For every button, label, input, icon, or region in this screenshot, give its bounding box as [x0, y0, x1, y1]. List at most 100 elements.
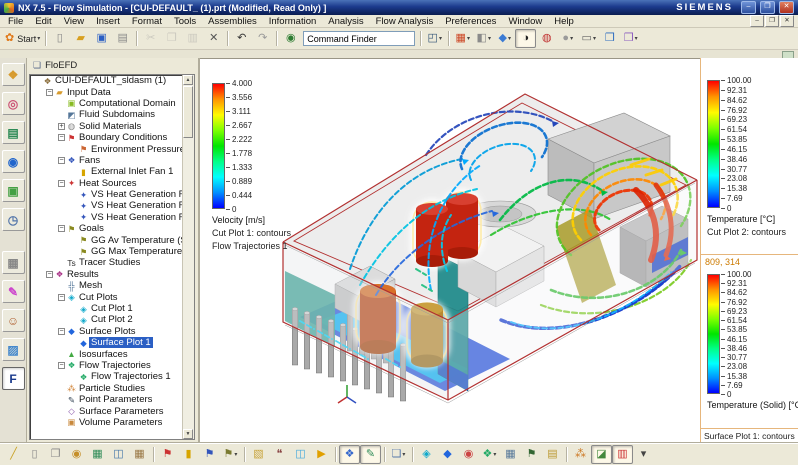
start-button[interactable]: ✿ Start ▾	[3, 29, 42, 48]
goals-button[interactable]: ⚑	[199, 445, 220, 464]
menu-format[interactable]: Format	[126, 16, 168, 27]
hide-part-button[interactable]: ❒ ▾	[620, 29, 641, 48]
selection-dialog-button-dropdown[interactable]: ▾	[439, 35, 442, 42]
surface-plot-button[interactable]: ◆	[437, 445, 458, 464]
load-results-button[interactable]: ❖	[339, 445, 360, 464]
menu-tools[interactable]: Tools	[168, 16, 202, 27]
insert-goal-button[interactable]: ⚑ ▾	[220, 445, 241, 464]
toolbar-options-button[interactable]: ▾	[633, 445, 654, 464]
menu-information[interactable]: Information	[263, 16, 323, 27]
tree-item-boundary-conditions[interactable]: − ⚑ Boundary Conditions	[30, 132, 194, 143]
fit-view-button[interactable]: ▭ ▾	[578, 29, 599, 48]
assembly-navigator-tab[interactable]: ❖	[1, 63, 25, 86]
tree-item-gg-max-temperature-solid-1[interactable]: ⚑GG Max Temperature (Solid) 1	[30, 246, 194, 257]
menu-analysis[interactable]: Analysis	[322, 16, 369, 27]
close-button[interactable]: ✕	[779, 1, 794, 14]
save-image-button[interactable]: ❏ ▾	[388, 445, 409, 464]
tree-item-goals[interactable]: − ⚑ Goals	[30, 223, 194, 234]
tree-item-volume-parameters[interactable]: ▣ Volume Parameters	[30, 417, 194, 428]
tree-expander[interactable]: −	[57, 224, 66, 233]
redo-button[interactable]: ↷	[252, 29, 273, 48]
particle-study-button[interactable]: ⁂	[570, 445, 591, 464]
constraint-navigator-tab[interactable]: ◎	[1, 92, 25, 115]
tree-item-point-parameters[interactable]: ✎ Point Parameters	[30, 394, 194, 405]
tree-expander[interactable]: −	[57, 293, 66, 302]
minimize-button[interactable]: –	[741, 1, 756, 14]
hide-part-button-dropdown[interactable]: ▾	[635, 35, 638, 42]
tree-item-fans[interactable]: − ❖ Fans	[30, 155, 194, 166]
section-view-button[interactable]: ◍	[536, 29, 557, 48]
materials-tab[interactable]: ▦	[1, 251, 25, 274]
new-file-button[interactable]: ▯	[49, 29, 70, 48]
tree-item-cut-plots[interactable]: − ◈ Cut Plots	[30, 291, 194, 303]
clip-section-button-dropdown[interactable]: ▾	[570, 35, 573, 42]
new-project-button[interactable]: ▯	[24, 445, 45, 464]
open-file-button[interactable]: ▰	[70, 29, 91, 48]
goal-plot-button[interactable]: ⚑	[521, 445, 542, 464]
results-display-button[interactable]: ✎	[360, 445, 381, 464]
tree-expander[interactable]: −	[45, 270, 54, 279]
menu-file[interactable]: File	[2, 16, 29, 27]
history-tab[interactable]: ◷	[1, 208, 25, 231]
floefd-tab[interactable]: F	[1, 367, 25, 390]
render-style-button[interactable]: ◑	[515, 29, 537, 48]
scroll-up-button[interactable]: ▲	[183, 75, 193, 85]
tree-expander[interactable]: −	[45, 88, 54, 97]
display-3d-button[interactable]: ◪	[591, 445, 612, 464]
tree-item-surface-parameters[interactable]: ◇ Surface Parameters	[30, 405, 194, 417]
cut-plot-button[interactable]: ◈	[416, 445, 437, 464]
tree-item-input-data[interactable]: − ▰ Input Data	[30, 86, 194, 98]
mesh-plot-button[interactable]: ▦	[500, 445, 521, 464]
roles-tab[interactable]: ☺	[1, 309, 25, 332]
window-layout-button[interactable]: ▦ ▾	[452, 29, 473, 48]
save-image-button-dropdown[interactable]: ▾	[402, 451, 405, 458]
tree-item-gg-av-temperature-solid-1[interactable]: ⚑GG Av Temperature (Solid) 1	[30, 234, 194, 246]
view-orientation-button[interactable]: ◧ ▾	[473, 29, 494, 48]
calculation-control-button[interactable]: ◫	[290, 445, 311, 464]
menu-assemblies[interactable]: Assemblies	[202, 16, 263, 27]
tree-item-surface-plot-1[interactable]: ◆ Surface Plot 1	[30, 337, 194, 349]
wizard-button[interactable]: ╱	[3, 445, 24, 464]
insert-goal-button-dropdown[interactable]: ▾	[234, 451, 237, 458]
tree-item-cui-default-sldasm-1[interactable]: ❖ CUI-DEFAULT_sldasm (1)	[30, 75, 194, 86]
tree-expander[interactable]: −	[57, 179, 66, 188]
general-settings-button[interactable]: ▦	[87, 445, 108, 464]
tree-item-particle-studies[interactable]: ⁂ Particle Studies	[30, 383, 194, 394]
doc-close-button[interactable]: ✕	[780, 15, 794, 27]
doc-minimize-button[interactable]: –	[750, 15, 764, 27]
clone-project-button[interactable]: ❐	[45, 445, 66, 464]
isosurface-button[interactable]: ◉	[458, 445, 479, 464]
tree-item-vs-heat-generation-rate-1[interactable]: ✦VS Heat Generation Rate 1	[30, 189, 194, 200]
menu-window[interactable]: Window	[502, 16, 548, 27]
tree-item-cut-plot-1[interactable]: ◈ Cut Plot 1	[30, 303, 194, 314]
tree-item-vs-heat-generation-rate-3[interactable]: ✦VS Heat Generation Rate 3	[30, 212, 194, 223]
tree-item-mesh[interactable]: ╬ Mesh	[30, 280, 194, 291]
component-control-button[interactable]: ▧	[248, 445, 269, 464]
tree-item-external-inlet-fan-1[interactable]: ▮ External Inlet Fan 1	[30, 166, 194, 177]
shaded-view-button-dropdown[interactable]: ▾	[508, 35, 511, 42]
command-finder-icon[interactable]: ◉	[280, 29, 301, 48]
window-layout-button-dropdown[interactable]: ▾	[467, 35, 470, 42]
selection-dialog-button[interactable]: ◰ ▾	[424, 29, 445, 48]
view-orientation-button-dropdown[interactable]: ▾	[488, 35, 491, 42]
tree-item-vs-heat-generation-rate-2[interactable]: ✦VS Heat Generation Rate 2	[30, 200, 194, 211]
tree-expander[interactable]: −	[57, 133, 66, 142]
tree-expander[interactable]: −	[57, 327, 66, 336]
tree-item-tracer-studies[interactable]: Ts Tracer Studies	[30, 257, 194, 268]
tree-expander[interactable]: −	[57, 361, 66, 370]
show-part-button[interactable]: ❒	[599, 29, 620, 48]
title-bar[interactable]: NX 7.5 - Flow Simulation - [CUI-DEFAULT_…	[0, 0, 798, 15]
color-legend-button[interactable]: ▥	[612, 445, 633, 464]
run-button[interactable]: ▶	[311, 445, 332, 464]
palette-tab[interactable]: ✎	[1, 280, 25, 303]
flow-trajectories-button-dropdown[interactable]: ▾	[493, 451, 496, 458]
tree-item-environment-pressure-1[interactable]: ⚑ Environment Pressure 1	[30, 143, 194, 155]
tree-item-results[interactable]: − ❖ Results	[30, 269, 194, 280]
part-library-tab[interactable]: ▤	[1, 121, 25, 144]
clip-section-button[interactable]: ● ▾	[557, 29, 578, 48]
flow-trajectories-button[interactable]: ❖ ▾	[479, 445, 500, 464]
preview-settings-button[interactable]: ◫	[108, 445, 129, 464]
tree-item-fluid-subdomains[interactable]: ◩ Fluid Subdomains	[30, 109, 194, 120]
report-button[interactable]: ▤	[542, 445, 563, 464]
visualization-tab[interactable]: ▣	[1, 179, 25, 202]
